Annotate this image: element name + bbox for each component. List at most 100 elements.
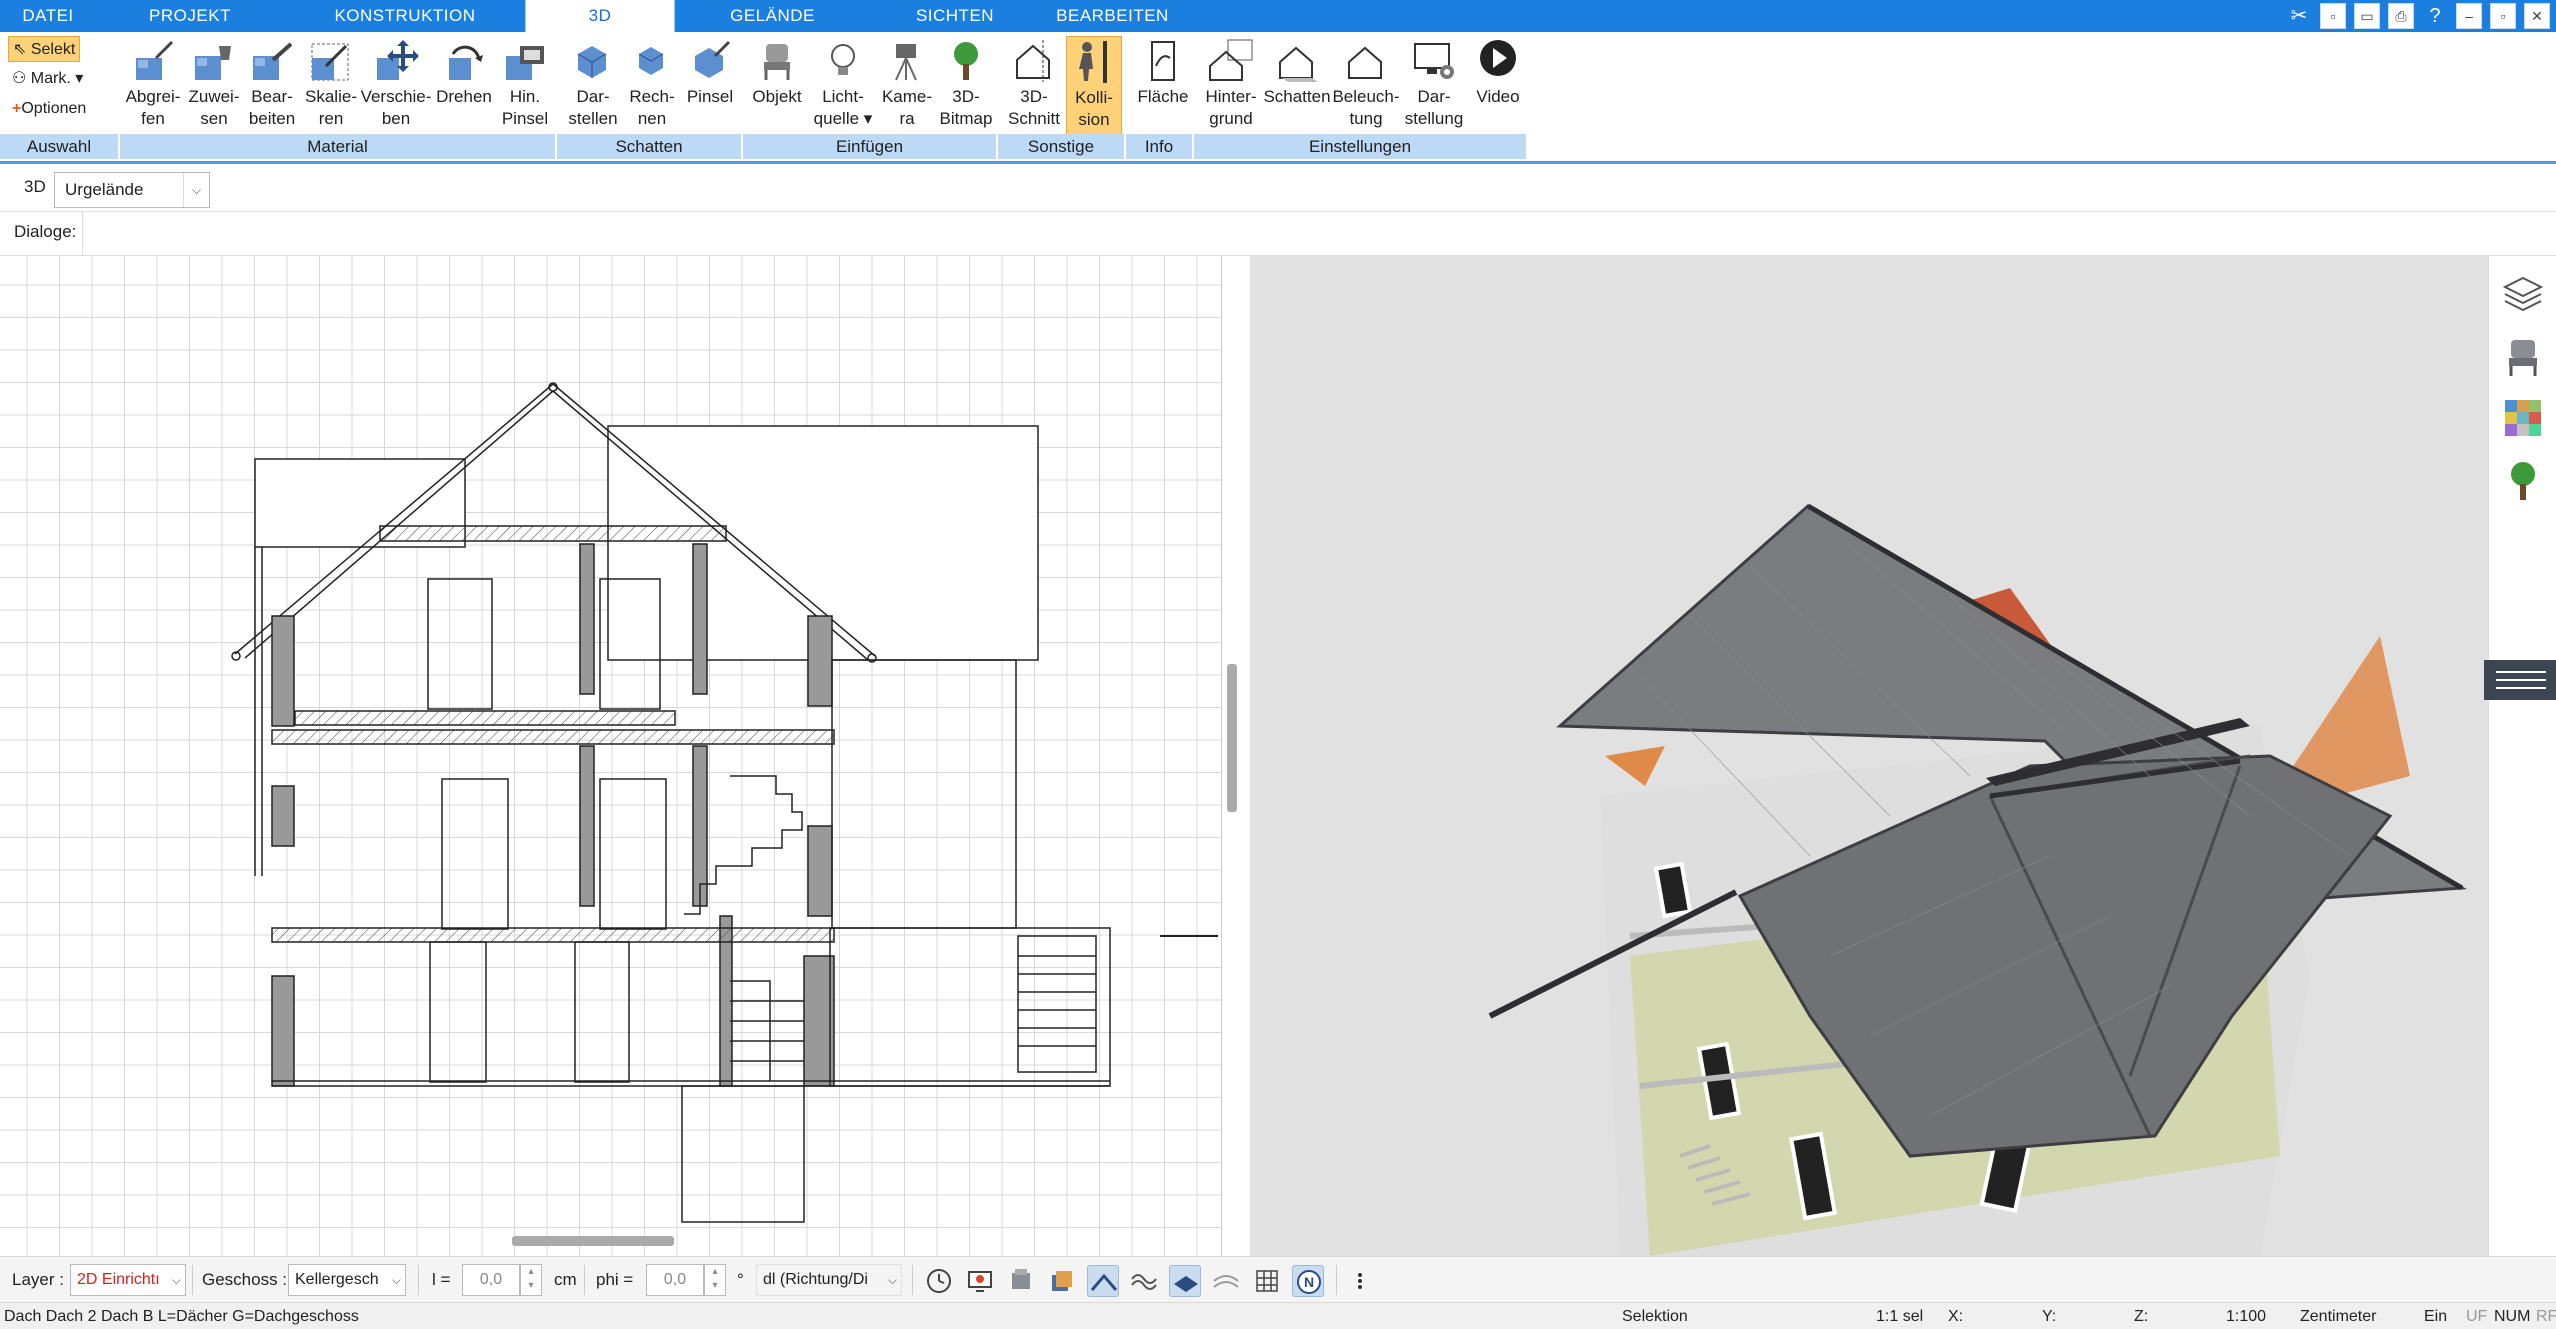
monitor-icon[interactable]: [964, 1265, 996, 1297]
window-restore-small-icon[interactable]: ▫: [2320, 3, 2346, 29]
chair-icon: [764, 44, 790, 80]
rotate-icon: [449, 45, 483, 80]
status-mode: Selektion: [1622, 1308, 1688, 1325]
background-button[interactable]: Hinter-grund: [1200, 36, 1262, 138]
layers-stack-icon[interactable]: [1046, 1265, 1078, 1297]
section-plan-view[interactable]: [0, 256, 1222, 1256]
direction-select[interactable]: dl (Richtung/Di ⌵: [756, 1264, 902, 1296]
lightbulb-icon: [831, 44, 855, 75]
maximize-icon[interactable]: ▫: [2490, 3, 2516, 29]
length-input[interactable]: 0,0: [462, 1264, 520, 1296]
status-ein: Ein: [2424, 1308, 2448, 1325]
minimize-icon[interactable]: –: [2456, 3, 2482, 29]
status-rf: RF: [2536, 1308, 2556, 1325]
assign-material-button[interactable]: Zuwei-sen: [186, 36, 242, 138]
lighting-house-icon: [1348, 46, 1382, 79]
hamburger-icon: [2496, 671, 2546, 689]
divider: [1336, 1265, 1337, 1295]
status-y: Y:: [2042, 1308, 2057, 1325]
tab-sichten[interactable]: SICHTEN: [880, 0, 1030, 32]
ribbon: ⇖ Selekt ⚇ Mark. ▾ +Optionen Auswahl Abg…: [0, 32, 2556, 164]
edit-material-button[interactable]: Bear-beiten: [242, 36, 302, 138]
insert-camera-button[interactable]: Kame-ra: [876, 36, 938, 138]
video-button[interactable]: Video: [1468, 36, 1528, 138]
shadow-settings-button[interactable]: Schatten: [1262, 36, 1332, 138]
scale-icon: [311, 43, 349, 81]
divider: [192, 1265, 193, 1295]
objects-icon[interactable]: [1005, 1265, 1037, 1297]
group-schatten: Schatten: [557, 134, 743, 159]
help-icon[interactable]: ?: [2422, 3, 2448, 29]
close-icon[interactable]: ✕: [2524, 3, 2550, 29]
group-info: Info: [1126, 134, 1194, 159]
layer-select[interactable]: 2D Einrichtı ⌵: [70, 1264, 186, 1296]
tab-bearbeiten[interactable]: BEARBEITEN: [1040, 0, 1185, 32]
compute-shadow-button[interactable]: Rech-nen: [626, 36, 678, 138]
terrain-icon[interactable]: [1128, 1265, 1160, 1297]
window-controls: ✂ ▫ ▭ ⎙ ? – ▫ ✕: [2286, 3, 2550, 29]
print-icon[interactable]: ⎙: [2388, 3, 2414, 29]
layers-icon[interactable]: [2501, 272, 2545, 316]
eyedropper-icon: [136, 40, 174, 80]
shadow-cube-icon: [577, 46, 607, 78]
scale-material-button[interactable]: Skalie-ren: [302, 36, 360, 138]
tools-icon[interactable]: ✂: [2286, 3, 2312, 29]
insert-object-button[interactable]: Objekt: [746, 36, 808, 138]
chevron-down-icon: ⌵: [391, 1273, 401, 1287]
hint-brush-icon: [506, 46, 544, 80]
insert-light-button[interactable]: Licht-quelle ▾: [810, 36, 876, 138]
move-material-button[interactable]: Verschie-ben: [360, 36, 432, 138]
lighting-button[interactable]: Beleuch-tung: [1332, 36, 1400, 138]
north-icon[interactable]: N: [1292, 1265, 1324, 1297]
pick-material-button[interactable]: Abgrei-fen: [120, 36, 186, 138]
shadow-brush-button[interactable]: Pinsel: [680, 36, 740, 138]
plants-tree-icon[interactable]: [2501, 458, 2545, 502]
camera-icon: [895, 44, 917, 81]
layout-icon[interactable]: ▭: [2354, 3, 2380, 29]
clock-icon[interactable]: [923, 1265, 955, 1297]
furniture-chair-icon[interactable]: [2501, 334, 2545, 378]
divider: [912, 1265, 913, 1295]
move-arrows-icon: [377, 40, 419, 80]
plan-horizontal-scrollbar[interactable]: [512, 1236, 674, 1246]
length-label: l =: [432, 1270, 451, 1289]
more-options-icon[interactable]: [1344, 1265, 1376, 1297]
materials-palette-icon[interactable]: [2501, 396, 2545, 440]
mark-button[interactable]: ⚇ Mark. ▾: [8, 66, 87, 92]
3d-section-button[interactable]: 3D- Schnitt: [1004, 36, 1064, 138]
roof-icon[interactable]: [1087, 1265, 1119, 1297]
floor-label: Geschoss :: [202, 1270, 288, 1289]
surface-icon[interactable]: [1210, 1265, 1242, 1297]
phi-stepper[interactable]: ▴ ▾: [704, 1264, 726, 1296]
select-button[interactable]: ⇖ Selekt: [8, 36, 81, 62]
rotate-material-button[interactable]: Drehen: [432, 36, 496, 138]
plan-vertical-scrollbar[interactable]: [1227, 664, 1237, 812]
tab-gelaende[interactable]: GELÄNDE: [690, 0, 855, 32]
plane-icon[interactable]: [1169, 1265, 1201, 1297]
3d-viewport[interactable]: [1250, 256, 2488, 1256]
tab-3d[interactable]: 3D: [525, 0, 675, 32]
collision-button[interactable]: Kolli-sion: [1066, 36, 1122, 138]
tab-datei[interactable]: DATEI: [0, 0, 96, 32]
hint-brush-button[interactable]: Hin. Pinsel: [496, 36, 554, 138]
phi-input[interactable]: 0,0: [646, 1264, 704, 1296]
shadow-house-icon: [1279, 46, 1318, 82]
length-stepper[interactable]: ▴ ▾: [520, 1264, 542, 1296]
terrain-select[interactable]: Urgelände ⌵: [54, 172, 210, 208]
options-button[interactable]: +Optionen: [8, 96, 90, 122]
status-z: Z:: [2134, 1308, 2149, 1325]
monitor-gear-icon: [1414, 43, 1454, 79]
grid-icon[interactable]: [1251, 1265, 1283, 1297]
floor-select[interactable]: Kellergesch ⌵: [288, 1264, 406, 1296]
tab-projekt[interactable]: PROJEKT: [112, 0, 268, 32]
area-button[interactable]: Fläche: [1130, 36, 1196, 138]
tree-icon: [954, 42, 978, 80]
insert-bitmap-button[interactable]: 3D- Bitmap: [938, 36, 994, 138]
display-button[interactable]: Dar-stellung: [1400, 36, 1468, 138]
panel-menu-button[interactable]: [2484, 660, 2556, 700]
chevron-down-icon[interactable]: ⌵: [183, 173, 209, 207]
tab-konstruktion[interactable]: KONSTRUKTION: [300, 0, 510, 32]
show-shadow-button[interactable]: Dar-stellen: [560, 36, 626, 138]
svg-text:N: N: [1304, 1274, 1314, 1290]
divider: [584, 1265, 585, 1295]
